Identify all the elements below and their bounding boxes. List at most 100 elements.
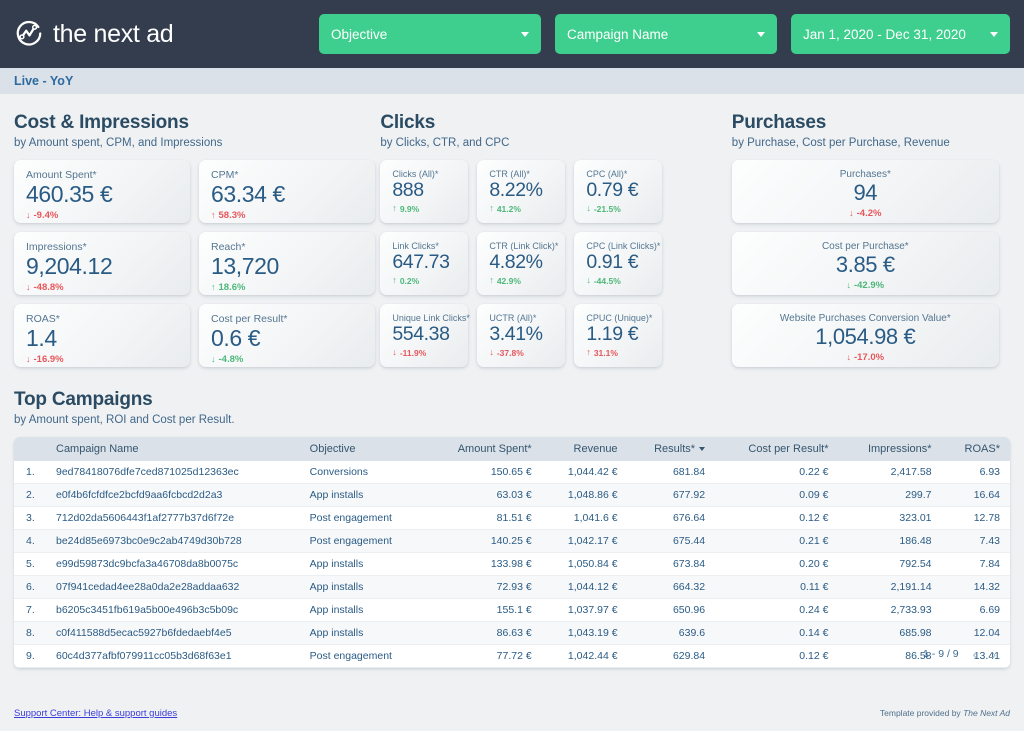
row-roas: 16.64 xyxy=(941,483,1010,507)
chevron-right-icon[interactable]: › xyxy=(991,647,996,661)
top-header-bar: the next ad Objective Campaign Name Jan … xyxy=(0,0,1024,68)
row-results: 629.84 xyxy=(627,644,716,668)
kpi-label: CPUC (Unique)* xyxy=(586,313,653,323)
table-row[interactable]: 9. 60c4d377afbf079911cc05b3d68f63e1 Post e… xyxy=(14,644,1010,668)
chevron-down-icon xyxy=(757,31,765,37)
row-revenue: 1,042.17 € xyxy=(541,529,628,553)
row-cost-per-result: 0.22 € xyxy=(715,461,839,484)
column-header-campaign-name[interactable]: Campaign Name xyxy=(46,437,300,461)
kpi-label: Cost per Purchase* xyxy=(821,241,909,252)
cost-kpi-card[interactable]: Amount Spent* 460.35 € ↓ -9.4% xyxy=(14,160,190,223)
purchases-card-grid: Purchases* 94 ↓ -4.2% Cost per Purchase* 3.85… xyxy=(731,160,1010,367)
template-credit: Template provided by The Next Ad xyxy=(880,708,1010,718)
table-row[interactable]: 5. e99d59873dc9bcfa3a46708da8b0075c App in… xyxy=(14,552,1010,576)
row-impressions: 323.01 xyxy=(838,506,942,530)
purchases-kpi-card[interactable]: Website Purchases Conversion Value* 1,054… xyxy=(731,304,999,367)
table-row[interactable]: 1. 9ed78418076dfe7ced871025d12363ec Conver… xyxy=(14,461,1010,484)
row-revenue: 1,044.12 € xyxy=(541,575,628,599)
arrow-up-icon: ↑ xyxy=(586,347,591,358)
arrow-down-icon: ↓ xyxy=(849,207,854,218)
clicks-kpi-card[interactable]: Clicks (All)* 888 ↑ 9.9% xyxy=(380,160,469,223)
arrow-up-icon: ↑ xyxy=(211,281,216,292)
kpi-label: CPC (All)* xyxy=(586,169,628,179)
row-roas: 14.32 xyxy=(941,575,1010,599)
filter-campaign-name[interactable]: Campaign Name xyxy=(555,14,777,54)
column-header-impressions[interactable]: Impressions* xyxy=(838,437,941,461)
clicks-kpi-card[interactable]: CPUC (Unique)* 1.19 € ↑ 31.1% xyxy=(574,304,663,367)
row-roas: 7.43 xyxy=(941,529,1010,553)
column-header-revenue[interactable]: Revenue xyxy=(542,437,628,461)
cost-kpi-card[interactable]: Reach* 13,720 ↑ 18.6% xyxy=(199,232,375,295)
table-row[interactable]: 7. b6205c3451fb619a5b00e496b3c5b09c App in… xyxy=(14,598,1010,622)
table-row[interactable]: 2. e0f4b6fcfdfce2bcfd9aa6fcbcd2d2a3 App in… xyxy=(14,483,1010,507)
support-center-link[interactable]: Support Center: Help & support guides xyxy=(14,708,177,719)
kpi-delta-value: -11.9% xyxy=(399,347,427,358)
filter-date-range[interactable]: Jan 1, 2020 - Dec 31, 2020 xyxy=(791,14,1010,54)
row-objective: Post engagement xyxy=(299,506,426,530)
cost-kpi-card[interactable]: ROAS* 1.4 ↓ -16.9% xyxy=(14,304,190,367)
kpi-label: Unique Link Clicks* xyxy=(392,313,470,323)
kpi-value: 63.34 € xyxy=(211,181,285,207)
table-row[interactable]: 8. c0f411588d5ecac5927b6fdedaebf4e5 App in… xyxy=(14,621,1010,645)
clicks-kpi-card[interactable]: CTR (Link Click)* 4.82% ↑ 42.9% xyxy=(477,232,566,295)
row-objective: Post engagement xyxy=(299,529,426,553)
table-row[interactable]: 6. 07f941cedad4ee28a0da2e28addaa632 App in… xyxy=(14,575,1010,599)
campaigns-table-container: Campaign Name Objective Amount Spent* Re… xyxy=(14,437,1010,668)
clicks-kpi-card[interactable]: UCTR (All)* 3.41% ↓ -37.8% xyxy=(477,304,566,367)
kpi-delta: ↑ 41.2% xyxy=(489,204,553,214)
kpi-value: 9,204.12 xyxy=(26,253,113,279)
column-header-cost-per-result[interactable]: Cost per Result* xyxy=(715,437,838,461)
row-campaign-name: b6205c3451fb619a5b00e496b3c5b09c xyxy=(46,598,300,622)
column-header-amount-spent[interactable]: Amount Spent* xyxy=(426,437,542,461)
kpi-delta-value: 9.9% xyxy=(399,203,420,214)
clicks-kpi-card[interactable]: Unique Link Clicks* 554.38 ↓ -11.9% xyxy=(380,304,470,367)
column-header-results[interactable]: Results* xyxy=(628,437,716,461)
kpi-value: 1.19 € xyxy=(586,323,639,345)
table-row[interactable]: 4. be24d85e6973bc0e9c2ab4749d30b728 Post e… xyxy=(14,529,1010,553)
section-title-cost: Cost & Impressions xyxy=(14,112,189,133)
kpi-label: CPC (Link Clicks)* xyxy=(586,241,661,251)
filter-objective[interactable]: Objective xyxy=(319,14,541,54)
kpi-delta-value: 0.2% xyxy=(399,275,420,286)
cost-kpi-card[interactable]: Impressions* 9,204.12 ↓ -48.8% xyxy=(14,232,190,295)
campaigns-table: Campaign Name Objective Amount Spent* Re… xyxy=(14,437,1010,668)
row-index: 2. xyxy=(14,483,46,507)
row-amount-spent: 63.03 € xyxy=(425,483,542,507)
row-revenue: 1,042.44 € xyxy=(541,644,628,668)
kpi-delta-value: -21.5% xyxy=(593,203,621,214)
kpi-delta-value: 42.9% xyxy=(496,275,521,286)
column-header-objective[interactable]: Objective xyxy=(300,437,426,461)
row-campaign-name: e0f4b6fcfdfce2bcfd9aa6fcbcd2d2a3 xyxy=(46,483,300,507)
table-row[interactable]: 3. 712d02da5606443f1af2777b37d6f72e Post e… xyxy=(14,506,1010,530)
chevron-left-icon[interactable]: ‹ xyxy=(973,647,978,661)
circular-chart-logo-icon xyxy=(16,20,42,46)
cost-kpi-card[interactable]: Cost per Result* 0.6 € ↓ -4.8% xyxy=(199,304,375,367)
kpi-label: CTR (Link Click)* xyxy=(489,241,559,251)
cost-kpi-card[interactable]: CPM* 63.34 € ↑ 58.3% xyxy=(199,160,375,223)
purchases-kpi-card[interactable]: Cost per Purchase* 3.85 € ↓ -42.9% xyxy=(731,232,999,295)
row-objective: App installs xyxy=(299,552,426,576)
row-revenue: 1,050.84 € xyxy=(541,552,628,576)
row-cost-per-result: 0.09 € xyxy=(715,483,839,507)
clicks-kpi-card[interactable]: CPC (Link Clicks)* 0.91 € ↓ -44.5% xyxy=(574,232,663,295)
kpi-delta: ↓ -44.5% xyxy=(586,276,650,286)
row-objective: App installs xyxy=(299,598,426,622)
column-header-roas[interactable]: ROAS* xyxy=(942,437,1010,461)
clicks-kpi-card[interactable]: Link Clicks* 647.73 ↑ 0.2% xyxy=(380,232,469,295)
row-objective: App installs xyxy=(299,575,426,599)
arrow-down-icon: ↓ xyxy=(489,347,494,358)
row-revenue: 1,048.86 € xyxy=(541,483,628,507)
arrow-down-icon: ↓ xyxy=(26,281,31,292)
kpi-delta: ↑ 0.2% xyxy=(392,276,456,286)
row-revenue: 1,044.42 € xyxy=(541,461,628,484)
kpi-delta: ↑ 9.9% xyxy=(392,204,456,214)
row-amount-spent: 81.51 € xyxy=(425,506,542,530)
purchases-kpi-card[interactable]: Purchases* 94 ↓ -4.2% xyxy=(731,160,999,223)
kpi-delta: ↓ -21.5% xyxy=(586,204,650,214)
row-amount-spent: 155.1 € xyxy=(425,598,542,622)
template-credit-prefix: Template provided by xyxy=(879,708,964,718)
arrow-down-icon: ↓ xyxy=(586,203,591,214)
clicks-kpi-card[interactable]: CTR (All)* 8.22% ↑ 41.2% xyxy=(477,160,566,223)
clicks-kpi-card[interactable]: CPC (All)* 0.79 € ↓ -21.5% xyxy=(574,160,663,223)
arrow-up-icon: ↑ xyxy=(392,203,397,214)
